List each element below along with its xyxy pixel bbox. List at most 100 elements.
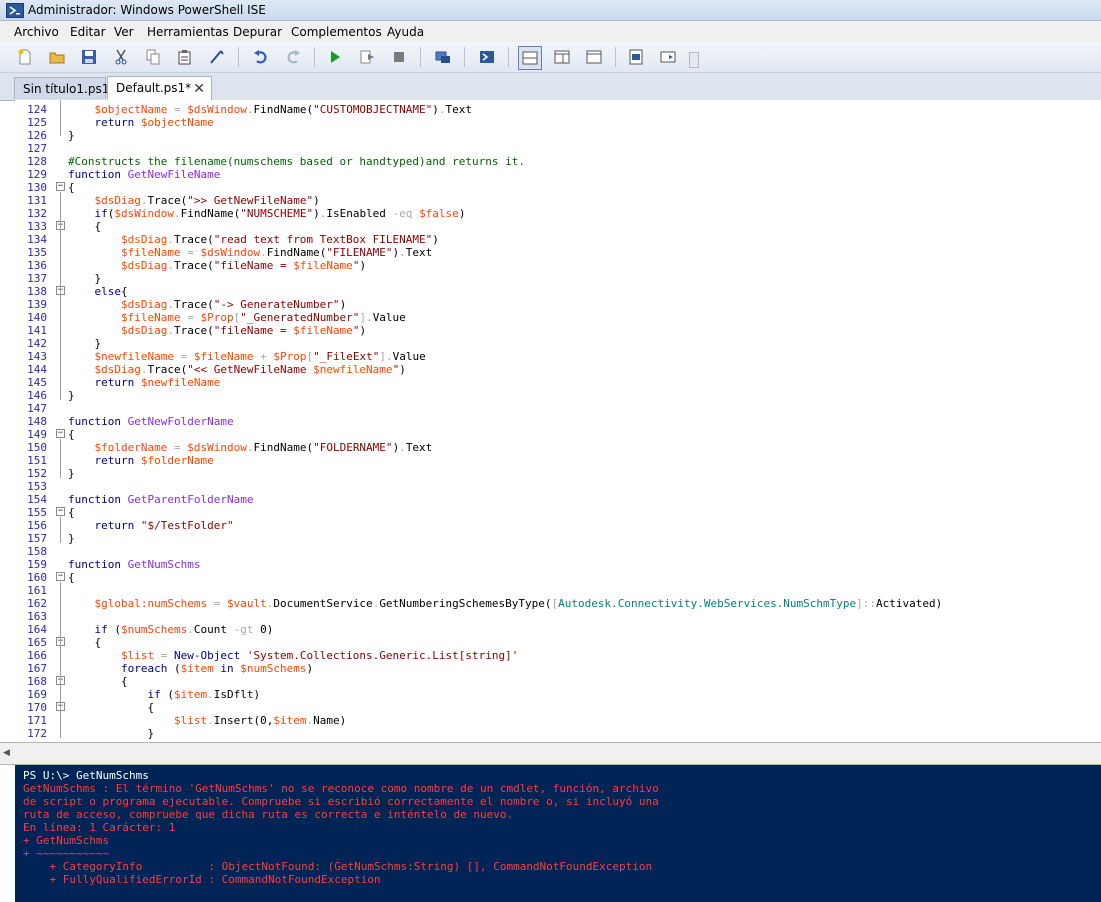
- code-line[interactable]: 132 if($dsWindow.FindName("NUMSCHEME").I…: [15, 207, 1101, 220]
- code-text: $dsDiag.Trace("read text from TextBox FI…: [120, 233, 439, 246]
- fold-toggle-icon[interactable]: −: [56, 182, 65, 191]
- code-line[interactable]: 170− {: [15, 701, 1101, 714]
- stop-icon[interactable]: [388, 46, 410, 68]
- code-line[interactable]: 147: [15, 402, 1101, 415]
- undo-icon[interactable]: [250, 46, 272, 68]
- code-line[interactable]: 131 $dsDiag.Trace(">> GetNewFileName"): [15, 194, 1101, 207]
- code-line[interactable]: 159 function GetNumSchms: [15, 558, 1101, 571]
- line-number: 143: [27, 350, 47, 363]
- code-line[interactable]: 127: [15, 142, 1101, 155]
- code-line[interactable]: 136 $dsDiag.Trace("fileName = $fileName"…: [15, 259, 1101, 272]
- code-line[interactable]: 160−{: [15, 571, 1101, 584]
- powershell-console-icon[interactable]: [476, 46, 498, 68]
- code-line[interactable]: 165− {: [15, 636, 1101, 649]
- fold-toggle-icon[interactable]: −: [56, 507, 65, 516]
- show-script-top-icon[interactable]: [518, 46, 542, 70]
- code-line[interactable]: 172 }: [15, 727, 1101, 740]
- code-line[interactable]: 133− {: [15, 220, 1101, 233]
- code-line[interactable]: 157}: [15, 532, 1101, 545]
- code-text: }: [68, 129, 75, 142]
- code-line[interactable]: 130−{: [15, 181, 1101, 194]
- save-icon[interactable]: [78, 46, 100, 68]
- code-line[interactable]: 143 $newfileName = $fileName + $Prop["_F…: [15, 350, 1101, 363]
- menu-depurar[interactable]: Depurar: [233, 25, 282, 39]
- code-line[interactable]: 149−{: [15, 428, 1101, 441]
- show-script-right-icon[interactable]: [551, 46, 573, 68]
- line-number: 131: [27, 194, 47, 207]
- code-line[interactable]: 145 return $newfileName: [15, 376, 1101, 389]
- run-icon[interactable]: [324, 46, 346, 68]
- code-line[interactable]: 158: [15, 545, 1101, 558]
- code-line[interactable]: 164 if ($numSchems.Count -gt 0): [15, 623, 1101, 636]
- line-number: 169: [27, 688, 47, 701]
- show-script-maximized-icon[interactable]: [583, 46, 605, 68]
- clear-console-icon[interactable]: [206, 46, 228, 68]
- new-file-icon[interactable]: [14, 46, 36, 68]
- code-line[interactable]: 124 $objectName = $dsWindow.FindName("CU…: [15, 103, 1101, 116]
- console-margin: [0, 765, 15, 902]
- paste-icon[interactable]: [174, 46, 196, 68]
- line-number: 148: [27, 415, 47, 428]
- pane-splitter[interactable]: ◀: [0, 742, 1101, 765]
- code-line[interactable]: 140 $fileName = $Prop["_GeneratedNumber"…: [15, 311, 1101, 324]
- menu-ayuda[interactable]: Ayuda: [387, 25, 424, 39]
- remote-powershell-icon[interactable]: [432, 46, 454, 68]
- scroll-left-icon[interactable]: ◀: [3, 748, 10, 758]
- console-pane[interactable]: PS U:\> GetNumSchms GetNumSchms : El térm…: [15, 765, 1101, 902]
- line-number: 159: [27, 558, 47, 571]
- code-line[interactable]: 168− {: [15, 675, 1101, 688]
- code-line[interactable]: 129 function GetNewFileName: [15, 168, 1101, 181]
- code-line[interactable]: 138− else{: [15, 285, 1101, 298]
- script-editor[interactable]: 124 $objectName = $dsWindow.FindName("CU…: [15, 100, 1101, 742]
- close-icon[interactable]: ✕: [193, 78, 205, 100]
- code-text: $fileName = $dsWindow.FindName("FILENAME…: [120, 246, 433, 259]
- code-line[interactable]: 146}: [15, 389, 1101, 402]
- code-line[interactable]: 163: [15, 610, 1101, 623]
- menu-editar[interactable]: Editar: [70, 25, 106, 39]
- show-command-icon[interactable]: [625, 46, 647, 68]
- redo-icon[interactable]: [282, 46, 304, 68]
- code-line[interactable]: 142 }: [15, 337, 1101, 350]
- code-line[interactable]: 141 $dsDiag.Trace("fileName = $fileName"…: [15, 324, 1101, 337]
- code-line[interactable]: 152}: [15, 467, 1101, 480]
- fold-toggle-icon[interactable]: −: [56, 429, 65, 438]
- code-line[interactable]: 148 function GetNewFolderName: [15, 415, 1101, 428]
- code-line[interactable]: 135 $fileName = $dsWindow.FindName("FILE…: [15, 246, 1101, 259]
- code-line[interactable]: 125 return $objectName: [15, 116, 1101, 129]
- code-line[interactable]: 171 $list.Insert(0,$item.Name): [15, 714, 1101, 727]
- code-line[interactable]: 155−{: [15, 506, 1101, 519]
- fold-guide: [60, 712, 61, 738]
- menu-ver[interactable]: Ver: [114, 25, 134, 39]
- code-line[interactable]: 166 $list = New-Object 'System.Collectio…: [15, 649, 1101, 662]
- line-number: 124: [27, 103, 47, 116]
- show-addon-icon[interactable]: [657, 46, 679, 68]
- menu-herramientas[interactable]: Herramientas: [147, 25, 229, 39]
- code-line[interactable]: 144 $dsDiag.Trace("<< GetNewFileName $ne…: [15, 363, 1101, 376]
- code-line[interactable]: 151 return $folderName: [15, 454, 1101, 467]
- line-number: 146: [27, 389, 47, 402]
- code-line[interactable]: 161: [15, 584, 1101, 597]
- run-selection-icon[interactable]: [356, 46, 378, 68]
- code-line[interactable]: 153: [15, 480, 1101, 493]
- code-line[interactable]: 162 $global:numSchems = $vault.DocumentS…: [15, 597, 1101, 610]
- code-line[interactable]: 169 if ($item.IsDflt): [15, 688, 1101, 701]
- code-line[interactable]: 134 $dsDiag.Trace("read text from TextBo…: [15, 233, 1101, 246]
- code-line[interactable]: 137 }: [15, 272, 1101, 285]
- title-bar: Administrador: Windows PowerShell ISE: [0, 0, 1101, 21]
- cut-icon[interactable]: [110, 46, 132, 68]
- code-line[interactable]: 150 $folderName = $dsWindow.FindName("FO…: [15, 441, 1101, 454]
- toolbar-overflow-grip[interactable]: [689, 52, 699, 68]
- fold-toggle-icon[interactable]: −: [56, 572, 65, 581]
- code-line[interactable]: 167 foreach ($item in $numSchems): [15, 662, 1101, 675]
- code-line[interactable]: 128 #Constructs the filename(numschems ba…: [15, 155, 1101, 168]
- code-line[interactable]: 139 $dsDiag.Trace("-> GenerateNumber"): [15, 298, 1101, 311]
- tab-default[interactable]: Default.ps1* ✕: [107, 76, 212, 100]
- code-line[interactable]: 126}: [15, 129, 1101, 142]
- menu-complementos[interactable]: Complementos: [291, 25, 382, 39]
- menu-archivo[interactable]: Archivo: [14, 25, 59, 39]
- code-line[interactable]: 154 function GetParentFolderName: [15, 493, 1101, 506]
- code-line[interactable]: 156 return "$/TestFolder": [15, 519, 1101, 532]
- copy-icon[interactable]: [142, 46, 164, 68]
- tab-sin-titulo1[interactable]: Sin título1.ps1: [14, 77, 109, 99]
- open-file-icon[interactable]: [46, 46, 68, 68]
